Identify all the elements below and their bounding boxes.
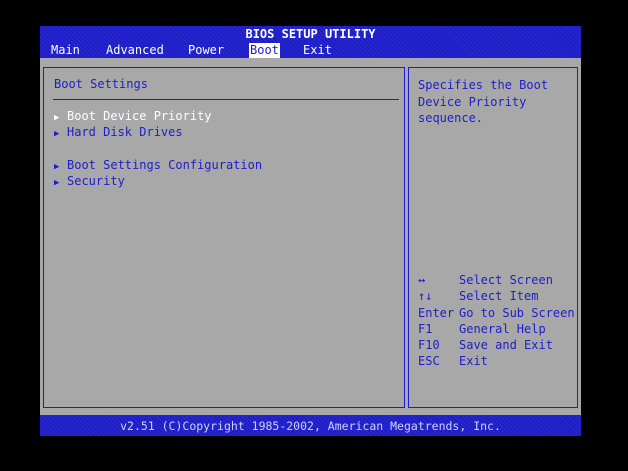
key-name: Enter: [418, 305, 455, 320]
help-description: Specifies the Boot Device Priority seque…: [418, 78, 549, 125]
key-name: F10: [418, 338, 440, 353]
menu-tab-exit[interactable]: Exit: [303, 43, 332, 58]
key-description: Select Screen: [459, 273, 553, 287]
section-title: Boot Settings: [54, 77, 148, 91]
key-description: Go to Sub Screen: [459, 305, 575, 320]
option-label: Boot Settings Configuration: [67, 158, 263, 172]
key-description: General Help: [459, 321, 546, 336]
submenu-arrow-icon: ▶: [54, 129, 60, 139]
menu-tab-boot[interactable]: Boot: [249, 43, 280, 58]
key-description: Exit: [459, 354, 488, 369]
copyright-text: v2.51 (C)Copyright 1985-2002, American M…: [120, 419, 501, 433]
key-description: Select Item: [459, 289, 539, 304]
bios-screen: BIOS SETUP UTILITY Main Advanced Power B…: [40, 26, 581, 436]
left-right-arrow-icon: ↔: [418, 273, 426, 287]
option-boot-device-priority[interactable]: ▶ Boot Device Priority: [54, 109, 212, 123]
footer-bar: v2.51 (C)Copyright 1985-2002, American M…: [40, 415, 581, 436]
option-security[interactable]: ▶ Security: [54, 174, 125, 188]
menu-tab-advanced[interactable]: Advanced: [106, 43, 164, 58]
key-name: F1: [418, 321, 433, 336]
menu-tab-power[interactable]: Power: [188, 43, 224, 58]
submenu-arrow-icon: ▶: [54, 178, 60, 188]
up-down-arrow-icon: ↑↓: [418, 289, 433, 304]
key-description: Save and Exit: [459, 338, 553, 353]
option-boot-settings-configuration[interactable]: ▶ Boot Settings Configuration: [54, 158, 262, 172]
option-label: Security: [67, 174, 125, 188]
option-label: Hard Disk Drives: [67, 125, 183, 139]
boot-settings-panel: Boot Settings ▶ Boot Device Priority ▶ Har…: [43, 67, 405, 408]
option-hard-disk-drives[interactable]: ▶ Hard Disk Drives: [54, 125, 183, 139]
section-divider: [53, 99, 399, 100]
submenu-arrow-icon: ▶: [54, 113, 60, 123]
submenu-arrow-icon: ▶: [54, 162, 60, 172]
menu-bar: Main Advanced Power Boot Exit: [40, 43, 581, 58]
menu-tab-main[interactable]: Main: [51, 43, 80, 58]
app-title: BIOS SETUP UTILITY: [245, 27, 376, 41]
title-bar: BIOS SETUP UTILITY Main Advanced Power B…: [40, 26, 581, 58]
key-name: ESC: [418, 354, 440, 369]
option-label: Boot Device Priority: [67, 109, 212, 123]
help-panel: Specifies the Boot Device Priority seque…: [408, 67, 578, 408]
